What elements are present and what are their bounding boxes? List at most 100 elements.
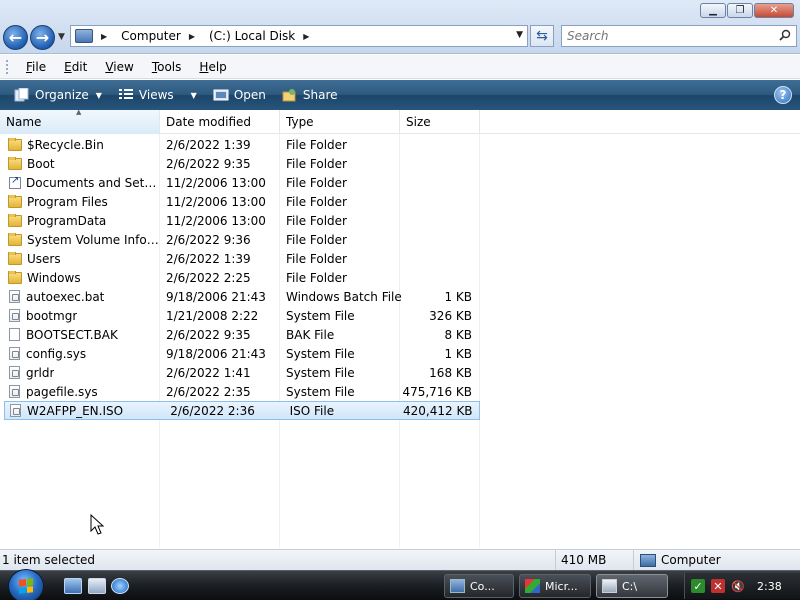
taskbar-button-c-drive[interactable]: C:\ xyxy=(596,574,668,598)
table-row[interactable]: bootmgr 1/21/2008 2:22 System File 326 KB xyxy=(0,306,480,325)
status-bar: 1 item selected 410 MB Computer xyxy=(0,549,800,570)
drive-icon xyxy=(602,579,617,593)
table-row[interactable]: Users 2/6/2022 1:39 File Folder xyxy=(0,249,480,268)
file-name: Program Files xyxy=(27,194,108,209)
file-name: config.sys xyxy=(26,346,87,361)
help-button[interactable]: ? xyxy=(774,86,792,104)
file-icon xyxy=(9,347,20,360)
share-button[interactable]: Share xyxy=(274,82,346,108)
file-date: 2/6/2022 1:39 xyxy=(166,251,251,266)
table-row[interactable]: BOOTSECT.BAK 2/6/2022 9:35 BAK File 8 KB xyxy=(0,325,480,344)
breadcrumb-computer[interactable]: Computer xyxy=(117,29,185,43)
menu-edit[interactable]: Edit xyxy=(56,58,95,76)
minimize-button[interactable]: ▁ xyxy=(700,3,726,18)
file-name: Boot xyxy=(27,156,55,171)
close-button[interactable]: ✕ xyxy=(754,3,794,18)
file-rows: $Recycle.Bin 2/6/2022 1:39 File Folder Boot… xyxy=(0,135,480,420)
file-size: 8 KB xyxy=(444,327,472,342)
search-icon[interactable] xyxy=(779,29,791,41)
table-row[interactable]: Boot 2/6/2022 9:35 File Folder xyxy=(0,154,480,173)
file-type: ISO File xyxy=(289,403,335,418)
address-field[interactable]: ▶ Computer ▶ (C:) Local Disk ▶ ▼ xyxy=(70,25,528,47)
column-header-name[interactable]: ▲ Name xyxy=(0,110,160,134)
breadcrumb-end-arrow[interactable]: ▶ xyxy=(299,32,319,41)
recent-pages-dropdown[interactable]: ▼ xyxy=(58,32,65,42)
table-row[interactable]: ProgramData 11/2/2006 13:00 File Folder xyxy=(0,211,480,230)
menu-tools[interactable]: Tools xyxy=(144,58,190,76)
file-name-cell[interactable]: BOOTSECT.BAK xyxy=(0,328,160,342)
computer-icon xyxy=(75,29,93,43)
file-name-cell[interactable]: $Recycle.Bin xyxy=(0,137,160,152)
table-row[interactable]: grldr 2/6/2022 1:41 System File 168 KB xyxy=(0,363,480,382)
menu-view[interactable]: View xyxy=(97,58,141,76)
file-name-cell[interactable]: bootmgr xyxy=(0,309,160,323)
switch-windows-icon[interactable] xyxy=(88,578,106,594)
refresh-button[interactable]: ⇆ xyxy=(530,25,554,47)
file-list[interactable]: ▲ Name Date modified Type Size $Recycle.… xyxy=(0,110,800,548)
organize-button[interactable]: Organize ▼ xyxy=(6,82,110,108)
back-arrow-icon: ← xyxy=(8,28,23,47)
forward-button[interactable]: → xyxy=(30,25,55,50)
file-type: BAK File xyxy=(286,327,335,342)
menu-file[interactable]: File xyxy=(18,58,54,76)
file-name-cell[interactable]: Users xyxy=(0,251,160,266)
breadcrumb-local-disk[interactable]: (C:) Local Disk xyxy=(205,29,299,43)
views-button[interactable]: Views ▼ xyxy=(110,82,205,108)
open-button[interactable]: Open xyxy=(205,82,274,108)
volume-muted-icon[interactable]: 🔇 xyxy=(731,579,745,593)
network-error-icon[interactable]: ✕ xyxy=(711,579,725,593)
address-dropdown-icon[interactable]: ▼ xyxy=(516,30,523,40)
menu-bar: File Edit View Tools Help xyxy=(0,55,800,79)
file-name: Documents and Settings xyxy=(26,175,160,190)
search-input[interactable] xyxy=(562,26,762,46)
table-row[interactable]: System Volume Inform... 2/6/2022 9:36 File… xyxy=(0,230,480,249)
folder-icon xyxy=(8,270,22,284)
table-row[interactable]: W2AFPP_EN.ISO 2/6/2022 2:36 ISO File 420,41… xyxy=(4,401,480,420)
search-box[interactable] xyxy=(561,25,797,47)
paint-icon xyxy=(525,579,540,593)
column-header-size[interactable]: Size xyxy=(400,110,480,134)
table-row[interactable]: autoexec.bat 9/18/2006 21:43 Windows Batch… xyxy=(0,287,480,306)
breadcrumb-root-arrow[interactable]: ▶ xyxy=(93,32,117,41)
table-row[interactable]: Documents and Settings 11/2/2006 13:00 Fil… xyxy=(0,173,480,192)
file-name-cell[interactable]: System Volume Inform... xyxy=(0,232,160,247)
file-name-cell[interactable]: Program Files xyxy=(0,194,160,209)
column-header-type[interactable]: Type xyxy=(280,110,400,134)
maximize-button[interactable]: ❐ xyxy=(727,3,753,18)
file-name-cell[interactable]: Documents and Settings xyxy=(0,176,160,190)
back-button[interactable]: ← xyxy=(3,25,28,50)
file-size: 326 KB xyxy=(429,308,472,323)
start-button[interactable] xyxy=(8,569,44,600)
file-name-cell[interactable]: config.sys xyxy=(0,347,160,361)
file-name-cell[interactable]: ProgramData xyxy=(0,213,160,228)
column-header-date[interactable]: Date modified xyxy=(160,110,280,134)
menu-help[interactable]: Help xyxy=(191,58,234,76)
clock[interactable]: 2:38 xyxy=(757,580,782,593)
file-name-cell[interactable]: W2AFPP_EN.ISO xyxy=(5,404,164,418)
file-type: File Folder xyxy=(286,232,347,247)
menu-grip xyxy=(6,60,9,74)
taskbar-button-microsoft[interactable]: Micr... xyxy=(519,574,591,598)
file-name-cell[interactable]: autoexec.bat xyxy=(0,290,160,304)
security-check-icon[interactable]: ✓ xyxy=(691,579,705,593)
file-name-cell[interactable]: Boot xyxy=(0,156,160,171)
file-icon xyxy=(9,366,20,379)
file-name: W2AFPP_EN.ISO xyxy=(27,403,124,418)
table-row[interactable]: $Recycle.Bin 2/6/2022 1:39 File Folder xyxy=(0,135,480,154)
file-type: File Folder xyxy=(286,175,347,190)
file-name-cell[interactable]: Windows xyxy=(0,270,160,285)
computer-icon xyxy=(640,553,656,567)
table-row[interactable]: Program Files 11/2/2006 13:00 File Folder xyxy=(0,192,480,211)
show-desktop-icon[interactable] xyxy=(64,578,82,594)
file-type: System File xyxy=(286,308,355,323)
file-name-cell[interactable]: pagefile.sys xyxy=(0,385,160,399)
file-icon xyxy=(9,385,20,398)
file-type: System File xyxy=(286,384,355,399)
table-row[interactable]: pagefile.sys 2/6/2022 2:35 System File 475,… xyxy=(0,382,480,401)
breadcrumb-arrow[interactable]: ▶ xyxy=(185,32,205,41)
file-name-cell[interactable]: grldr xyxy=(0,366,160,380)
table-row[interactable]: Windows 2/6/2022 2:25 File Folder xyxy=(0,268,480,287)
taskbar-button-computer[interactable]: Co... xyxy=(444,574,514,598)
table-row[interactable]: config.sys 9/18/2006 21:43 System File 1 KB xyxy=(0,344,480,363)
internet-explorer-icon[interactable] xyxy=(111,578,129,594)
